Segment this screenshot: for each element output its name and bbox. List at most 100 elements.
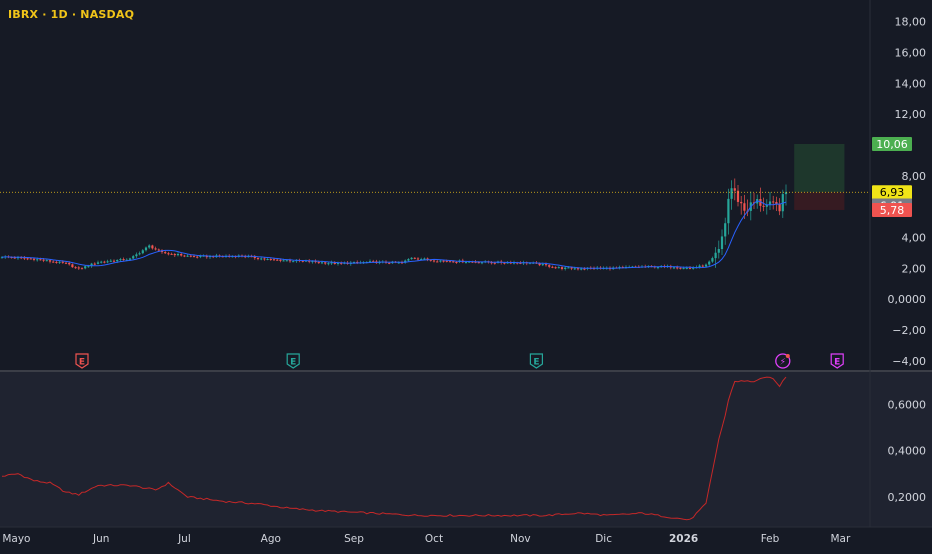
price-tag-label: 6,93 (880, 186, 905, 199)
candle-body (548, 265, 551, 267)
candle-body (436, 261, 439, 263)
price-axis-label: 14,00 (895, 77, 927, 90)
time-axis-label: Mayo (2, 533, 30, 545)
candle-body (167, 253, 170, 255)
indicator-axis-label: 0,6000 (888, 398, 927, 411)
candle-body (196, 256, 199, 258)
candle-body (778, 203, 781, 212)
candle-body (170, 253, 173, 255)
candle-body (717, 249, 720, 253)
candle-body (96, 262, 100, 264)
candle-body (464, 262, 468, 264)
candle-body (554, 267, 557, 269)
chart-area[interactable]: E E E ⚡ E 18,00 16,00 14,00 12,00 8,00 4,00 2,00 0,… (0, 0, 932, 550)
candle-body (29, 258, 32, 260)
candle-body (704, 264, 708, 267)
candle-body (583, 268, 586, 270)
moving-average-series (1, 200, 787, 269)
candle-body (263, 258, 266, 260)
candle-body (580, 268, 583, 270)
candle-body (720, 236, 724, 250)
indicator-pane[interactable] (0, 372, 932, 527)
candle-body (103, 261, 106, 263)
chart-svg[interactable]: E E E ⚡ E 18,00 16,00 14,00 12,00 8,00 4,00 2,00 0,… (0, 0, 932, 550)
candle-body (772, 201, 775, 203)
candle-body (109, 260, 112, 262)
time-axis[interactable]: Mayo Jun Jul Ago Sep Oct Nov Dic 2026 Feb Mar (2, 533, 851, 545)
candle-body (423, 258, 426, 260)
candle-body (45, 260, 48, 262)
candle-body (164, 252, 167, 254)
candle-body (84, 266, 87, 269)
candle-body (656, 267, 660, 269)
price-axis-label: 16,00 (895, 46, 927, 59)
earnings-icon: E (286, 353, 300, 369)
candle-body (439, 260, 442, 262)
candle-body (541, 264, 544, 266)
candle-body (151, 245, 154, 249)
candle-body (576, 268, 580, 270)
moving-average-line (1, 200, 787, 269)
candle-body (285, 260, 288, 262)
candle-body (724, 223, 727, 237)
indicator-axis-label: 0,2000 (888, 491, 927, 504)
candle-body (493, 262, 496, 264)
candle-body (560, 267, 564, 269)
candle-body (768, 201, 772, 205)
earnings-icon: E (75, 353, 89, 369)
earnings-icon: E (830, 353, 844, 369)
symbol-title[interactable]: IBRX · 1D · NASDAQ (8, 8, 134, 21)
candle-body (730, 188, 733, 199)
candle-body (544, 264, 548, 266)
candle-body (711, 258, 714, 262)
candle-body (320, 262, 324, 264)
event-marker-label: E (290, 358, 296, 368)
price-tag-label: 5,78 (880, 204, 905, 217)
candle-body (80, 268, 84, 270)
candle-body (128, 258, 132, 260)
candle-body (727, 198, 730, 224)
candle-body (157, 249, 160, 251)
candle-body (388, 262, 391, 264)
candle-body (279, 259, 282, 261)
candle-body (276, 259, 279, 261)
candle-body (180, 254, 183, 256)
time-axis-label: Dic (595, 533, 612, 545)
candle-body (189, 255, 192, 257)
event-marker-label: E (533, 358, 539, 368)
price-axis-label: −4,00 (892, 355, 926, 368)
candle-body (260, 258, 263, 260)
candle-body (282, 260, 285, 262)
candle-body (432, 260, 436, 262)
candle-body (141, 250, 144, 254)
price-axis-label: 2,00 (902, 262, 927, 275)
time-axis-label: Jun (92, 533, 109, 545)
stop-zone (794, 192, 845, 210)
candle-body (55, 261, 58, 263)
indicator-background (0, 372, 932, 527)
event-marker-label: ⚡ (780, 358, 786, 368)
candle-body (701, 265, 704, 267)
candle-body (116, 259, 119, 262)
candle-body (77, 267, 80, 269)
time-axis-label: Jul (177, 533, 191, 545)
candle-body (61, 261, 64, 263)
candle-body (68, 262, 71, 265)
price-axis-label: 0,0000 (888, 293, 927, 306)
candle-body (685, 267, 688, 269)
candle-body (480, 262, 484, 264)
flash-icon: ⚡ (775, 353, 791, 369)
time-axis-label: Ago (261, 533, 281, 545)
candle-body (676, 267, 679, 269)
candle-body (733, 188, 736, 191)
candle-body (106, 261, 109, 263)
candle-body (256, 258, 260, 260)
candle-body (272, 259, 276, 261)
candle-body (688, 267, 692, 269)
candle-body (71, 264, 74, 268)
position-tool[interactable] (794, 143, 845, 210)
candle-body (698, 265, 701, 268)
candle-body (148, 245, 151, 248)
candle-body (672, 267, 676, 269)
candle-body (679, 267, 682, 269)
